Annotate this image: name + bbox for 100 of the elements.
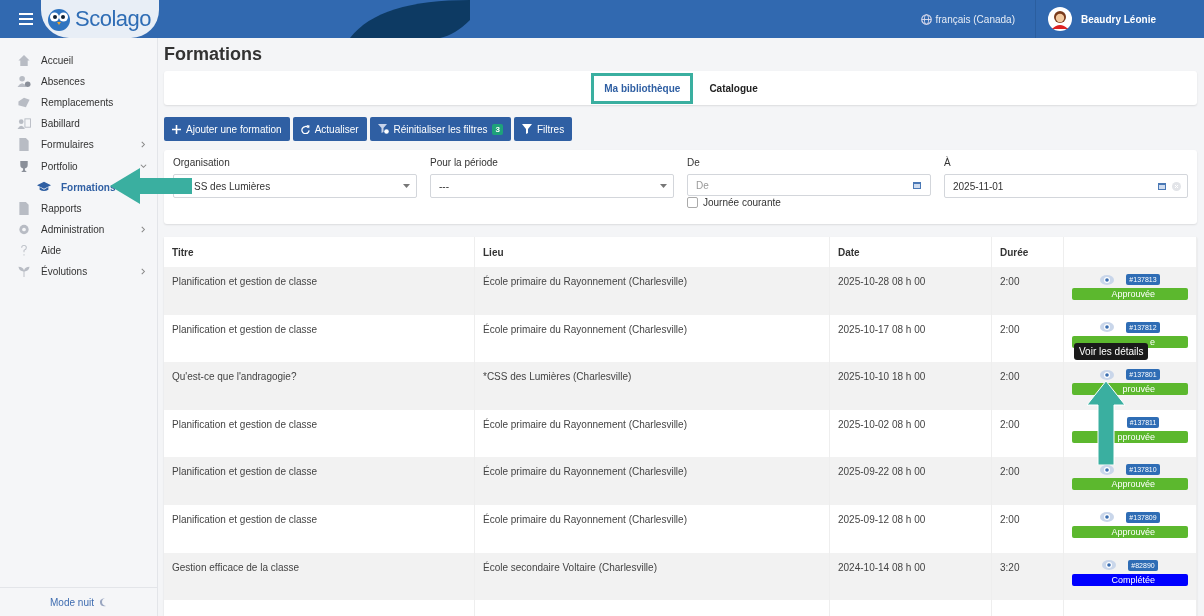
column-header: Lieu (483, 246, 504, 258)
caret-icon (660, 184, 667, 188)
table-cell: Planification et gestion de classe (172, 466, 318, 478)
avatar-icon (1047, 7, 1072, 31)
sidebar-item[interactable]: Absences (0, 71, 157, 93)
table-cell: 2025-10-17 08 h 00 (838, 323, 926, 335)
tab[interactable]: Ma bibliothèque (591, 72, 694, 104)
tooltip: Voir les détails (1074, 343, 1149, 361)
page-title: Formations (164, 44, 263, 65)
sidebar-item[interactable]: Remplacements (0, 92, 157, 114)
sidebar-item[interactable]: Évolutions (0, 260, 157, 283)
doc-icon (17, 138, 31, 152)
table-cell: 2:00 (1000, 418, 1020, 430)
board-icon (17, 117, 31, 131)
table-cell: 2024-10-14 08 h 00 (838, 561, 926, 573)
table-cell: 2025-09-12 08 h 00 (838, 513, 926, 525)
sidebar-label: Rapports (41, 202, 83, 214)
sidebar-item[interactable]: Babillard (0, 113, 157, 135)
sidebar-label: Absences (41, 76, 86, 88)
tab[interactable]: Catalogue (697, 73, 770, 103)
sidebar-label: Administration (41, 223, 106, 235)
field-label: Organisation (173, 157, 231, 168)
table-cell: 2025-10-28 08 h 00 (838, 276, 926, 287)
sidebar-label: Remplacements (41, 97, 115, 109)
sidebar-label: Babillard (41, 118, 81, 130)
table-cell: *CSS des Lumières (Charlesville) (483, 371, 632, 383)
sidebar-label: Accueil (41, 55, 75, 67)
table-cell: Gestion efficace de la classe (172, 561, 300, 573)
table-cell: 2:00 (1000, 323, 1020, 335)
date-field[interactable]: 2025-11-01 (944, 174, 1188, 198)
sidebar-label: Formulaires (41, 139, 95, 151)
status-badge: Approuvée (1072, 525, 1188, 538)
eye-icon[interactable] (1100, 512, 1115, 523)
status-badge: Approuvée (1072, 288, 1188, 300)
add-button[interactable]: Ajouter une formation (164, 117, 290, 141)
date-field[interactable]: De (687, 174, 931, 196)
eye-icon[interactable] (1102, 560, 1117, 571)
status-badge: Complétée (1072, 573, 1188, 586)
table-cell: Planification et gestion de classe (172, 323, 318, 335)
calendar-icon (913, 181, 921, 189)
table-cell: Planification et gestion de classe (172, 276, 318, 287)
user-menu[interactable]: Beaudry Léonie (1035, 7, 1204, 31)
period-select[interactable]: --- (430, 174, 674, 198)
refresh-button[interactable]: Actualiser (292, 117, 367, 141)
eye-icon[interactable] (1100, 322, 1115, 333)
table-cell: 2:00 (1000, 513, 1020, 525)
globe-icon (921, 13, 933, 25)
filter-button[interactable]: Filtres (513, 117, 573, 141)
table-cell: 2025-09-22 08 h 00 (838, 466, 926, 478)
status-badge: Approuvée (1072, 478, 1188, 491)
field-label: Pour la période (430, 157, 499, 168)
sidebar-label: Formations (61, 181, 116, 193)
moon-icon (98, 597, 107, 607)
checkbox[interactable] (687, 197, 698, 208)
table-cell: Qu'est-ce que l'andragogie? (172, 371, 297, 383)
home-icon (17, 54, 31, 68)
organisation-select[interactable]: SS des Lumières (173, 174, 417, 198)
filter-icon (521, 124, 532, 134)
sidebar-item[interactable]: Administration (0, 218, 157, 240)
sidebar-item[interactable]: Rapports (0, 197, 157, 219)
table-cell: 2:00 (1000, 276, 1020, 287)
count-badge: 3 (492, 123, 503, 135)
sidebar-item[interactable]: Portfolio (0, 155, 157, 177)
caret-icon (403, 184, 410, 188)
table-cell: École primaire du Rayonnement (Charlesville) (483, 323, 687, 335)
sidebar-item[interactable]: Aide (0, 239, 157, 261)
field-label: De (687, 157, 701, 168)
reset-button[interactable]: Réinitialiser les filtres 3 (369, 117, 511, 141)
filter-reset-icon (377, 124, 389, 134)
column-header: Durée (1000, 246, 1029, 258)
sidebar-label: Évolutions (41, 266, 89, 277)
eye-icon[interactable] (1100, 369, 1115, 380)
plus-icon (172, 124, 181, 134)
table-cell: 3:20 (1000, 561, 1020, 573)
table-cell: Planification et gestion de classe (172, 513, 318, 525)
sidebar-item[interactable]: Formulaires (0, 134, 157, 156)
sidebar-item[interactable]: Formations (37, 176, 118, 198)
graduation-cap-icon (37, 181, 51, 194)
table-cell: 2025-10-10 18 h 00 (838, 371, 926, 383)
language-selector[interactable]: français (Canada) (921, 0, 1036, 38)
field-label: À (944, 157, 952, 168)
table-cell: École primaire du Rayonnement (Charlesville) (483, 276, 687, 287)
menu-icon[interactable] (19, 13, 33, 25)
refresh-icon (300, 124, 310, 134)
sidebar-label: Portfolio (41, 160, 79, 172)
trophy-icon (17, 159, 31, 173)
table-cell: Planification et gestion de classe (172, 418, 318, 430)
table-cell: École primaire du Rayonnement (Charlesville) (483, 513, 687, 525)
eye-icon[interactable] (1100, 274, 1115, 285)
table-cell: 2025-10-02 08 h 00 (838, 418, 926, 430)
night-mode-toggle[interactable]: Mode nuit (0, 587, 157, 616)
table-cell: 2:00 (1000, 466, 1020, 478)
current-day-checkbox[interactable]: Journée courante (687, 197, 931, 208)
table-cell: École primaire du Rayonnement (Charlesville) (483, 418, 687, 430)
table-cell: École primaire du Rayonnement (Charlesville) (483, 466, 687, 478)
calendar-icon (1158, 182, 1166, 190)
table-cell: École secondaire Voltaire (Charlesville) (483, 561, 657, 573)
table-cell: 2:00 (1000, 371, 1020, 383)
column-header: Date (838, 246, 860, 258)
sidebar-item[interactable]: Accueil (0, 50, 157, 72)
